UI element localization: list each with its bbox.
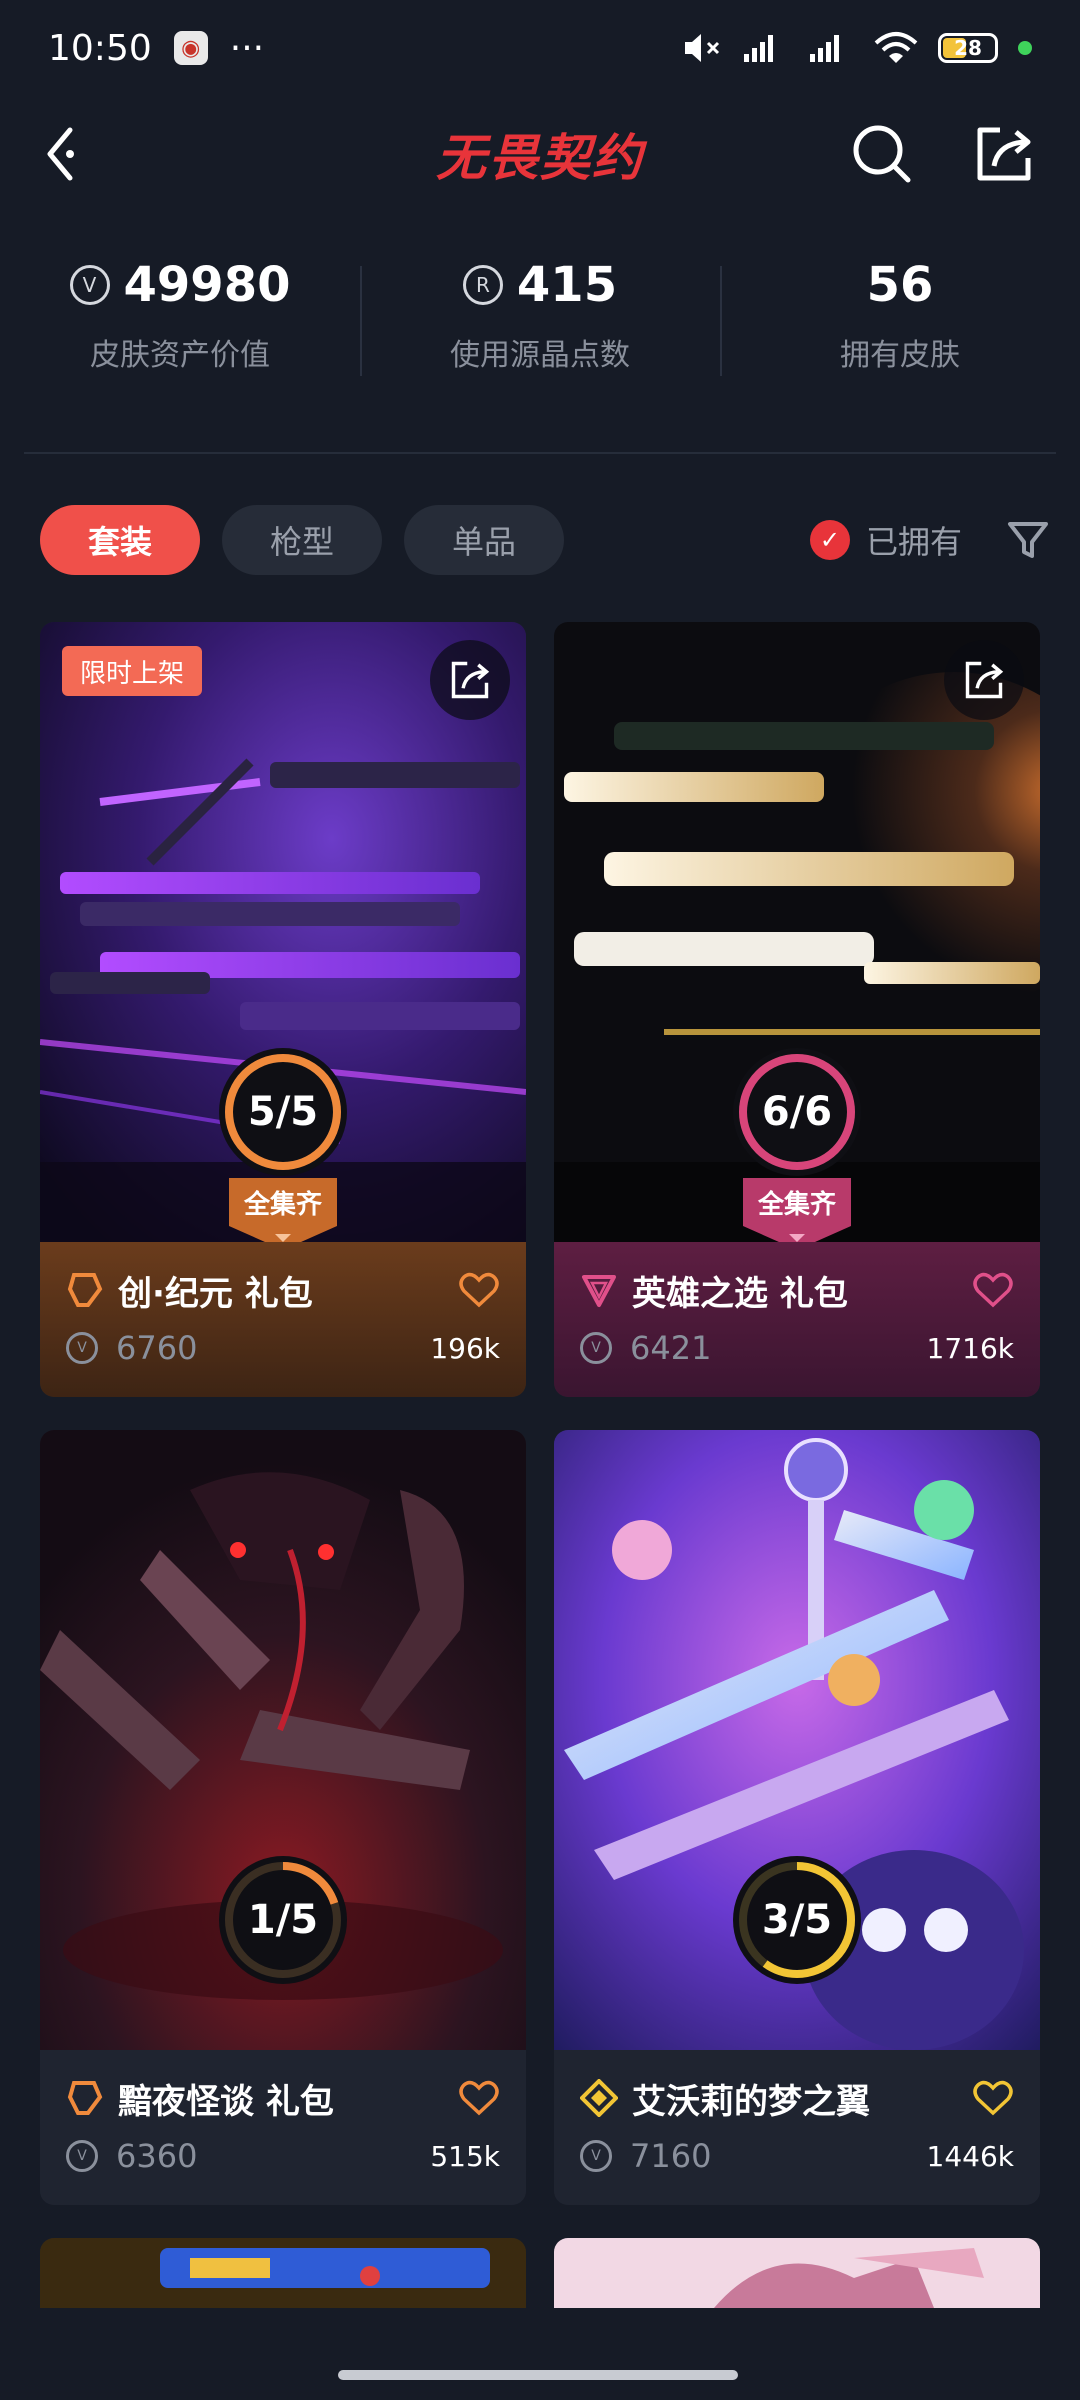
tab-bundle[interactable]: 套装 — [40, 505, 200, 575]
radianite-icon: R — [462, 265, 503, 305]
bundle-image — [554, 2238, 1040, 2308]
card-info: 英雄之选 礼包 V 6421 1716k — [554, 1242, 1040, 1397]
heart-icon[interactable] — [458, 2077, 500, 2119]
premium-tier-icon — [67, 2081, 103, 2115]
tab-single-item[interactable]: 单品 — [404, 505, 564, 575]
app-notification-icon: ◉ — [173, 31, 208, 65]
progress-text: 6/6 — [761, 1089, 833, 1135]
status-right: 28 — [682, 31, 1032, 65]
progress-text: 1/5 — [247, 1897, 319, 1943]
vp-coin-icon: V — [580, 2140, 612, 2172]
vp-coin-icon: V — [66, 1332, 98, 1364]
signal-icon-2 — [810, 35, 839, 62]
share-icon — [965, 661, 1004, 699]
check-icon: ✓ — [809, 520, 850, 560]
filter-icon[interactable] — [1006, 518, 1050, 562]
like-count: 515k — [430, 2139, 500, 2173]
like-count: 1716k — [926, 1331, 1014, 1365]
stat-owned-skins: 56 拥有皮肤 — [720, 250, 1080, 400]
bundle-card[interactable]: 3/5 艾沃莉的梦之翼 V 7160 1446k — [554, 1430, 1040, 2205]
bundle-card-partial[interactable] — [40, 2238, 526, 2308]
status-more: ··· — [229, 27, 265, 69]
bundle-name: 创·纪元 礼包 — [118, 1273, 313, 1314]
stat-value: 49980 — [123, 257, 291, 313]
bundle-price: 6760 — [116, 1329, 198, 1367]
bundle-price: 6360 — [116, 2137, 198, 2175]
stat-skin-value: V 49980 皮肤资产价值 — [0, 250, 360, 400]
share-icon[interactable] — [972, 122, 1036, 186]
stat-value: 415 — [516, 257, 618, 313]
privacy-indicator — [1018, 41, 1032, 55]
vp-coin-icon: V — [66, 2140, 98, 2172]
back-arrow-icon[interactable] — [40, 124, 100, 184]
progress-text: 5/5 — [247, 1089, 319, 1135]
bundle-card[interactable]: 6/6 全集齐 英雄之选 礼包 V 6421 1716k — [554, 622, 1040, 1397]
filter-bar: 套装 枪型 单品 ✓ 已拥有 — [40, 505, 1050, 575]
wifi-icon — [874, 32, 918, 63]
battery-indicator: 28 — [938, 33, 998, 63]
divider — [24, 452, 1056, 454]
bundle-card-partial[interactable] — [554, 2238, 1040, 2308]
premium-tier-icon — [67, 1273, 103, 1307]
status-bar: 10:50 ◉ ··· 28 — [0, 0, 1080, 96]
exclusive-tier-icon — [582, 1275, 616, 1307]
stat-label: 皮肤资产价值 — [90, 338, 270, 373]
bundle-price: 7160 — [630, 2137, 712, 2175]
progress-text: 3/5 — [761, 1897, 833, 1943]
card-info: 艾沃莉的梦之翼 V 7160 1446k — [554, 2050, 1040, 2205]
card-share-button[interactable] — [944, 640, 1024, 720]
heart-icon[interactable] — [972, 1269, 1014, 1311]
card-info: 黯夜怪谈 礼包 V 6360 515k — [40, 2050, 526, 2205]
limited-badge: 限时上架 — [62, 646, 203, 696]
bundle-name: 英雄之选 礼包 — [632, 1273, 848, 1314]
like-count: 1446k — [926, 2139, 1014, 2173]
bundle-card[interactable]: 限时上架 5/5 全集齐 创·纪元 礼包 V 6760 196k — [40, 622, 526, 1397]
complete-label: 全集齐 — [243, 1190, 322, 1220]
page-title: 无畏契约 — [436, 129, 644, 187]
heart-icon[interactable] — [972, 2077, 1014, 2119]
bundle-name: 黯夜怪谈 礼包 — [118, 2081, 334, 2122]
heart-icon[interactable] — [458, 1269, 500, 1311]
owned-toggle[interactable]: ✓ 已拥有 — [809, 517, 962, 563]
stat-label: 使用源晶点数 — [450, 338, 630, 373]
like-count: 196k — [430, 1331, 500, 1365]
mute-icon — [685, 34, 720, 62]
bundle-name: 艾沃莉的梦之翼 — [632, 2081, 870, 2122]
complete-label: 全集齐 — [757, 1190, 836, 1220]
bundle-price: 6421 — [630, 1329, 712, 1367]
status-time: 10:50 — [48, 27, 152, 69]
status-left: 10:50 ◉ ··· — [48, 28, 264, 69]
bundle-image — [40, 2238, 526, 2308]
vp-coin-icon: V — [69, 265, 110, 305]
share-icon — [451, 661, 490, 699]
bundle-card[interactable]: 1/5 黯夜怪谈 礼包 V 6360 515k — [40, 1430, 526, 2205]
stat-label: 拥有皮肤 — [840, 338, 960, 373]
search-icon[interactable] — [850, 122, 914, 186]
card-share-button[interactable] — [430, 640, 510, 720]
card-info: 创·纪元 礼包 V 6760 196k — [40, 1242, 526, 1397]
signal-icon — [744, 35, 773, 62]
tab-weapon-type[interactable]: 枪型 — [222, 505, 382, 575]
battery-level: 28 — [954, 36, 982, 60]
stats-bar: V 49980 皮肤资产价值 R 415 使用源晶点数 56 拥有皮肤 — [0, 250, 1080, 400]
vp-coin-icon: V — [580, 1332, 612, 1364]
owned-label: 已拥有 — [865, 523, 962, 561]
ultra-tier-icon — [580, 2079, 618, 2117]
stat-value: 56 — [866, 257, 934, 313]
home-indicator[interactable] — [338, 2370, 738, 2380]
header: 无畏契约 — [0, 96, 1080, 212]
stat-radianite: R 415 使用源晶点数 — [360, 250, 720, 400]
